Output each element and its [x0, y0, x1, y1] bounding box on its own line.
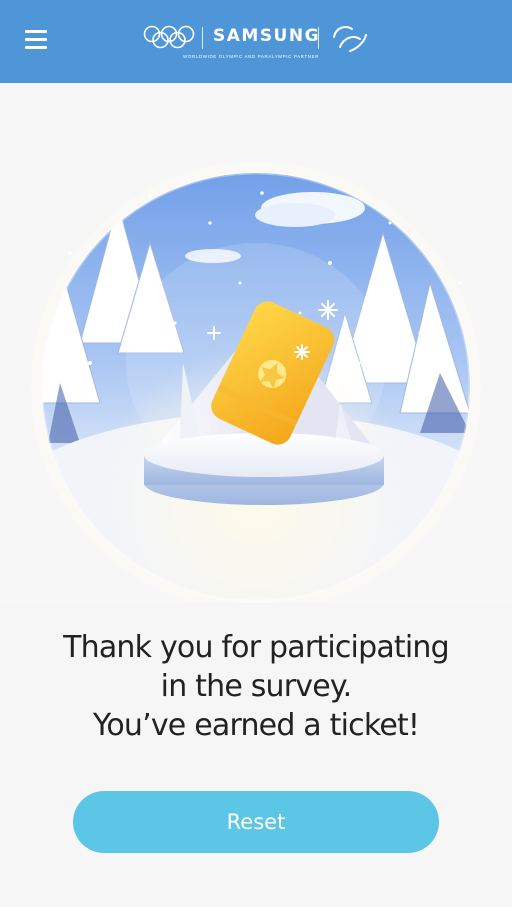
logo-divider: [318, 27, 319, 49]
logo-divider: [202, 27, 203, 49]
brand-name: SAMSUNG: [213, 26, 321, 46]
thank-you-message: Thank you for participating in the surve…: [0, 628, 512, 745]
partner-tagline: WORLDWIDE OLYMPIC AND PARALYMPIC PARTNER: [183, 54, 320, 59]
snow-globe-illustration: [0, 83, 512, 603]
paralympic-agitos-icon: [333, 26, 367, 52]
hamburger-menu-icon[interactable]: [25, 30, 47, 50]
samsung-olympic-logo: SAMSUNG WORLDWIDE OLYMPIC AND PARALYMPIC…: [143, 22, 373, 64]
message-line: You’ve earned a ticket!: [92, 708, 420, 743]
top-header: SAMSUNG WORLDWIDE OLYMPIC AND PARALYMPIC…: [0, 0, 512, 83]
message-line: in the survey.: [160, 669, 352, 704]
olympic-rings-icon: [143, 25, 195, 49]
message-line: Thank you for participating: [63, 630, 450, 665]
reset-button[interactable]: Reset: [73, 791, 439, 853]
